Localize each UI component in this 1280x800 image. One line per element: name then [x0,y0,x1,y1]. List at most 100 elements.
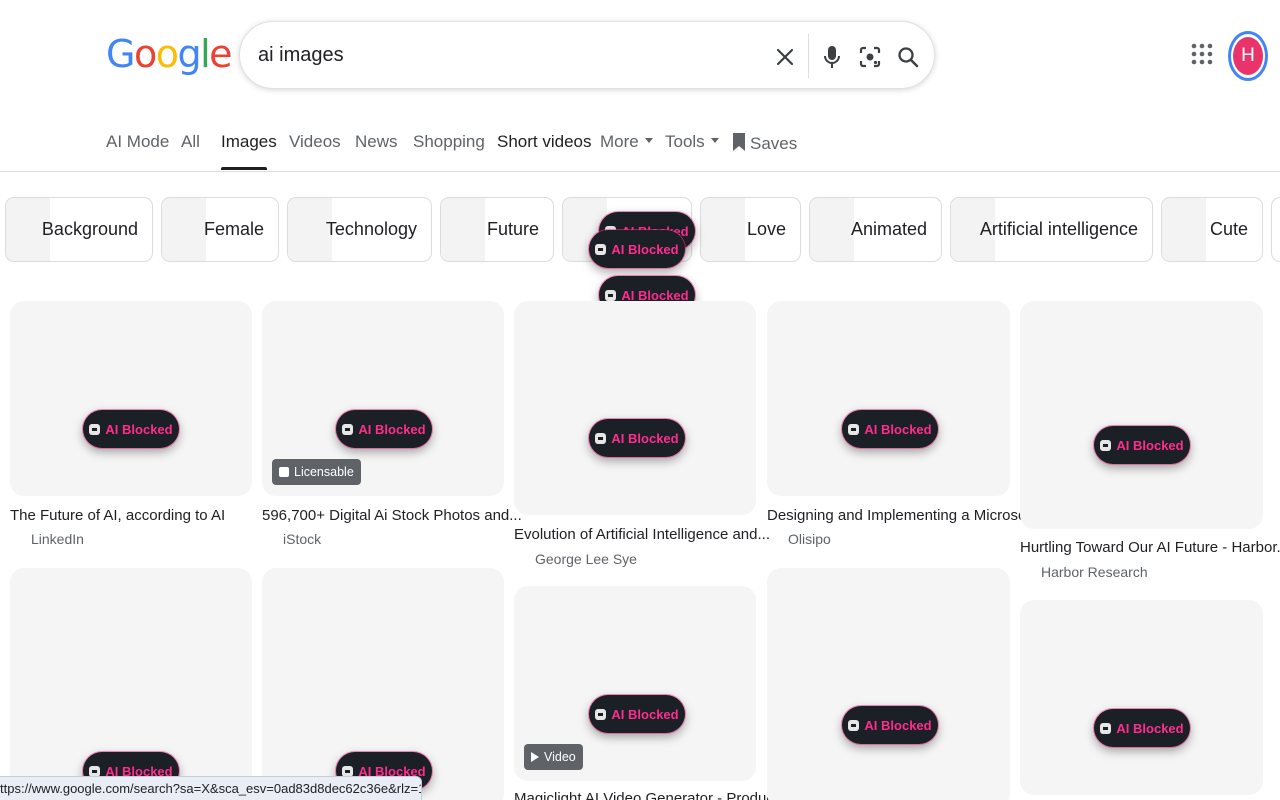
tab-more[interactable]: More [600,132,653,152]
chip-label: Technology [325,219,417,239]
licensable-badge: Licensable [272,459,361,485]
chip-female[interactable]: Female [161,197,279,262]
chip-thumbnail [701,198,745,261]
tab-videos[interactable]: Videos [289,132,341,152]
ai-blocked-overlay: AI Blocked [83,410,179,448]
tab-saves[interactable]: Saves [732,132,797,154]
result-title[interactable]: The Future of AI, according to AI [10,507,225,524]
chip-label: Cute [1209,219,1248,239]
microphone-icon[interactable] [819,44,845,70]
chip-artificial-intelligence[interactable]: Artificial intelligence [950,197,1153,262]
shield-icon [342,423,354,435]
chip-love[interactable]: Love [700,197,801,262]
chip-future[interactable]: Future [440,197,554,262]
ai-blocked-overlay: AI Blocked [842,706,938,744]
result-source[interactable]: iStock [283,531,321,547]
chip-next[interactable] [1271,197,1280,262]
ai-blocked-label: AI Blocked [1116,720,1184,736]
chip-technology[interactable]: Technology [287,197,432,262]
search-icon[interactable] [895,44,921,70]
image-icon [279,467,289,477]
ai-blocked-overlay: AI Blocked [1094,709,1190,747]
chip-thumbnail [162,198,206,261]
account-avatar[interactable]: H [1228,31,1268,81]
result-title[interactable]: Evolution of Artificial Intelligence and… [514,526,770,543]
divider [0,171,1280,172]
google-logo[interactable]: Google [106,32,233,76]
shield-icon [89,423,101,435]
chip-label: Artificial intelligence [979,219,1138,239]
chevron-down-icon [644,138,653,144]
lens-icon[interactable] [857,44,883,70]
tab-images[interactable]: Images [221,132,277,152]
shield-icon [595,243,607,255]
result-image[interactable] [10,301,252,496]
logo-letter: o [155,32,179,76]
ai-blocked-label: AI Blocked [1116,437,1184,453]
shield-icon [1100,439,1112,451]
shield-icon [605,289,617,301]
tab-saves-label: Saves [750,134,798,153]
result-source[interactable]: George Lee Sye [535,551,637,567]
chip-label: Love [746,219,786,239]
chip-thumbnail [1162,198,1206,261]
result-title[interactable]: 596,700+ Digital Ai Stock Photos and... [262,507,522,524]
tab-ai-mode[interactable]: AI Mode [106,132,169,152]
shield-icon [342,765,354,777]
result-title[interactable]: Hurtling Toward Our AI Future - Harbor..… [1020,539,1280,556]
logo-letter: e [209,32,232,76]
chip-background[interactable]: Background [5,197,153,262]
logo-letter: G [106,32,135,76]
chip-label: Female [203,219,264,239]
search-box[interactable]: ai images [239,21,935,89]
chip-thumbnail [810,198,854,261]
search-divider [808,34,809,78]
apps-grid-icon[interactable] [1190,42,1214,66]
result-image[interactable] [767,301,1010,496]
link-status-bar: ttps://www.google.com/search?sa=X&sca_es… [0,776,422,800]
badge-label: Licensable [294,465,354,479]
ai-blocked-label: AI Blocked [611,241,679,257]
result-source[interactable]: Olisipo [788,531,831,547]
ai-blocked-overlay: AI Blocked [336,410,432,448]
chip-thumbnail [441,198,485,261]
clear-icon[interactable] [772,44,798,70]
search-input[interactable]: ai images [258,44,344,67]
result-image[interactable] [1020,301,1263,529]
ai-blocked-overlay: AI Blocked [1094,426,1190,464]
ai-blocked-overlay: AI Blocked [589,230,685,268]
video-badge: Video [524,744,583,770]
result-title[interactable]: Designing and Implementing a Microsoft..… [767,507,1047,524]
tab-news[interactable]: News [355,132,398,152]
result-title[interactable]: Magiclight AI Video Generator - Product.… [514,790,791,800]
chip-label: Animated [850,219,927,239]
ai-blocked-label: AI Blocked [611,430,679,446]
logo-letter: g [177,32,201,76]
result-image[interactable] [1020,600,1263,795]
shield-icon [595,708,607,720]
ai-blocked-label: AI Blocked [611,706,679,722]
result-image[interactable] [514,301,756,515]
badge-label: Video [544,750,576,764]
tab-all[interactable]: All [181,132,200,152]
ai-blocked-label: AI Blocked [358,421,426,437]
active-tab-indicator [221,167,267,170]
shield-icon [595,432,607,444]
bookmark-icon [733,133,745,151]
ai-blocked-label: AI Blocked [864,717,932,733]
tab-short-videos[interactable]: Short videos [497,132,592,152]
tab-tools-label: Tools [665,132,705,151]
play-icon [531,752,539,762]
result-image[interactable] [767,568,1010,800]
ai-blocked-label: AI Blocked [864,421,932,437]
shield-icon [848,719,860,731]
avatar-initial: H [1233,37,1263,75]
chip-animated[interactable]: Animated [809,197,942,262]
result-source[interactable]: LinkedIn [31,531,84,547]
logo-letter: o [133,32,157,76]
tab-tools[interactable]: Tools [665,132,719,152]
result-source[interactable]: Harbor Research [1041,564,1148,580]
tab-shopping[interactable]: Shopping [413,132,485,152]
ai-blocked-label: AI Blocked [105,421,173,437]
chip-cute[interactable]: Cute [1161,197,1263,262]
